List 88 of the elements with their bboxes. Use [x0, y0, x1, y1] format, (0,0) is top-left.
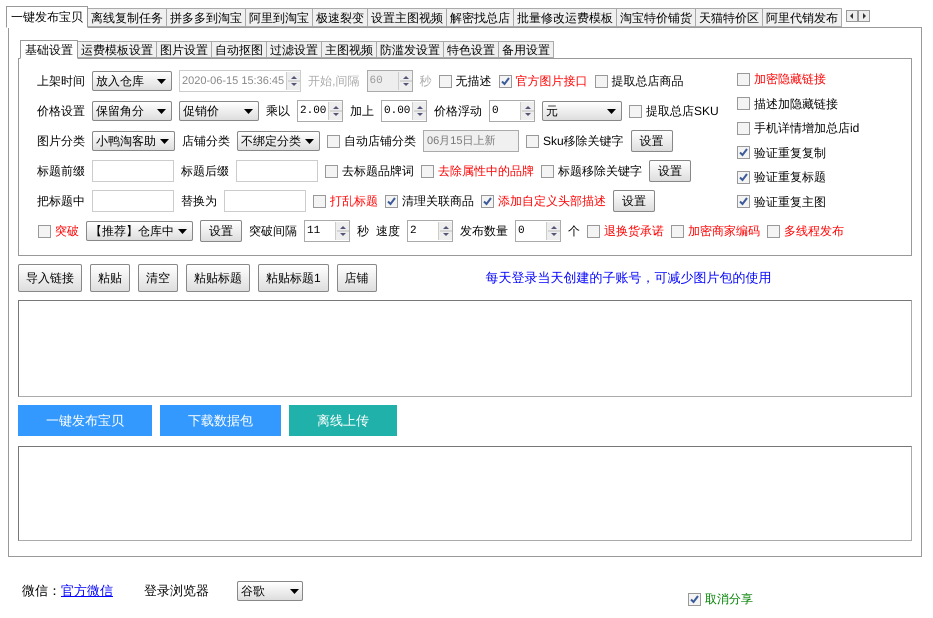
sub-tab[interactable]: 防滥发设置: [376, 41, 444, 58]
checkbox[interactable]: 自动店铺分类: [327, 132, 416, 150]
field-label: 图片分类: [37, 133, 85, 150]
field-label: 把标题中: [37, 193, 85, 210]
field-label: 秒: [357, 223, 369, 240]
sub-tab[interactable]: 过滤设置: [266, 41, 322, 58]
browser-label: 登录浏览器: [144, 582, 209, 600]
sub-tab[interactable]: 图片设置: [156, 41, 212, 58]
checkbox[interactable]: 无描述: [438, 72, 492, 90]
toolbar-button[interactable]: 店铺: [336, 264, 377, 292]
settings-button[interactable]: 设置: [649, 160, 691, 182]
dropdown[interactable]: 【推荐】仓库中: [86, 221, 193, 241]
spin-field[interactable]: 2: [410, 226, 417, 236]
field-label: 个: [568, 223, 580, 240]
tab[interactable]: 解密找总店: [446, 8, 514, 27]
field-label: 上架时间: [37, 73, 85, 90]
checkbox[interactable]: 手机详情增加总店id: [737, 116, 860, 140]
sub-tab[interactable]: 基础设置: [20, 40, 78, 59]
toolbar-button[interactable]: 导入链接: [18, 264, 82, 292]
dropdown[interactable]: 小鸭淘客助: [92, 131, 175, 151]
checkbox[interactable]: 多线程发布: [767, 222, 844, 240]
settings-button[interactable]: 设置: [200, 220, 242, 242]
tab[interactable]: 设置主图视频: [367, 8, 447, 27]
checkbox[interactable]: 描述加隐藏链接: [737, 92, 860, 116]
field-label: 发布数量: [460, 223, 508, 240]
tab[interactable]: 批量修改运费模板: [513, 8, 617, 27]
tab[interactable]: 离线复制任务: [87, 8, 167, 27]
checkbox[interactable]: 验证重复复制: [737, 140, 860, 165]
settings-button[interactable]: 设置: [613, 190, 655, 212]
dropdown[interactable]: 放入仓库: [92, 71, 172, 91]
sub-tab[interactable]: 运费模板设置: [77, 41, 157, 58]
checkbox[interactable]: 加密隐藏链接: [737, 67, 860, 92]
notice-text: 每天登录当天创建的子账号，可减少图片包的使用: [486, 269, 772, 288]
tab[interactable]: 天猫特价区: [695, 8, 763, 27]
checkbox[interactable]: 清理关联商品: [385, 192, 474, 210]
checkbox[interactable]: 验证重复主图: [737, 190, 860, 214]
field-label: 开始,间隔: [308, 73, 360, 90]
wechat-label: 微信：: [22, 582, 61, 600]
sub-tab[interactable]: 自动抠图: [211, 41, 267, 58]
tab[interactable]: 阿里代销发布: [762, 8, 842, 27]
checkbox[interactable]: 官方图片接口: [498, 72, 588, 90]
dropdown[interactable]: 元: [542, 101, 622, 121]
dropdown[interactable]: 促销价: [179, 101, 259, 121]
field-label: 标题前缀: [37, 163, 85, 180]
field-label: 标题后缀: [181, 163, 229, 180]
dropdown[interactable]: 不绑定分类: [237, 131, 320, 151]
field-label: 乘以: [266, 103, 290, 120]
field-label: 秒: [420, 73, 432, 90]
tab[interactable]: 阿里到淘宝: [245, 8, 313, 27]
checkbox[interactable]: 提取总店SKU: [629, 102, 719, 120]
field-label: 突破间隔: [249, 223, 297, 240]
checkbox[interactable]: 退换货承诺: [587, 222, 664, 240]
checkbox[interactable]: Sku移除关键字: [526, 132, 624, 150]
spin-field[interactable]: 0: [518, 226, 525, 236]
checkbox[interactable]: 突破: [38, 222, 79, 240]
checkbox[interactable]: 标题移除关键字: [541, 162, 642, 180]
checkbox[interactable]: 验证重复标题: [737, 165, 860, 190]
checkbox[interactable]: 打乱标题: [313, 192, 378, 210]
sub-tab[interactable]: 特色设置: [443, 41, 499, 58]
checkbox[interactable]: 去标题品牌词: [325, 162, 414, 180]
sub-tab[interactable]: 备用设置: [498, 41, 554, 58]
sub-tab[interactable]: 主图视频: [321, 41, 377, 58]
checkbox[interactable]: 加密商家编码: [671, 222, 760, 240]
share-label: 取消分享: [705, 591, 753, 608]
checkbox[interactable]: 添加自定义头部描述: [481, 192, 606, 210]
browser-select[interactable]: 谷歌: [237, 581, 303, 601]
tab[interactable]: 一键发布宝贝: [6, 6, 88, 28]
wechat-link[interactable]: 官方微信: [61, 581, 113, 601]
tab[interactable]: 淘宝特价铺货: [616, 8, 696, 27]
toolbar-button[interactable]: 粘贴标题: [186, 264, 250, 292]
toolbar-button[interactable]: 粘贴: [90, 264, 130, 292]
field-label: 价格设置: [37, 103, 85, 120]
dropdown[interactable]: 保留角分: [92, 101, 172, 121]
readonly-field: 06月15日上新: [423, 130, 519, 152]
toolbar-button[interactable]: 清空: [138, 264, 178, 292]
spin-field[interactable]: 0: [492, 106, 499, 116]
toolbar-button[interactable]: 粘贴标题1: [258, 264, 329, 292]
field-label: 价格浮动: [434, 103, 482, 120]
settings-button[interactable]: 设置: [630, 130, 673, 152]
field-label: 速度: [376, 223, 400, 240]
field-label: 加上: [350, 103, 374, 120]
tab[interactable]: 拼多多到淘宝: [166, 8, 246, 27]
checkbox[interactable]: 提取总店商品: [594, 72, 684, 90]
tab[interactable]: 极速裂变: [312, 8, 368, 27]
field-label: 店铺分类: [182, 133, 230, 150]
spin-field[interactable]: 11: [307, 226, 320, 236]
field-label: 替换为: [181, 193, 217, 210]
checkbox[interactable]: 去除属性中的品牌: [421, 162, 534, 180]
